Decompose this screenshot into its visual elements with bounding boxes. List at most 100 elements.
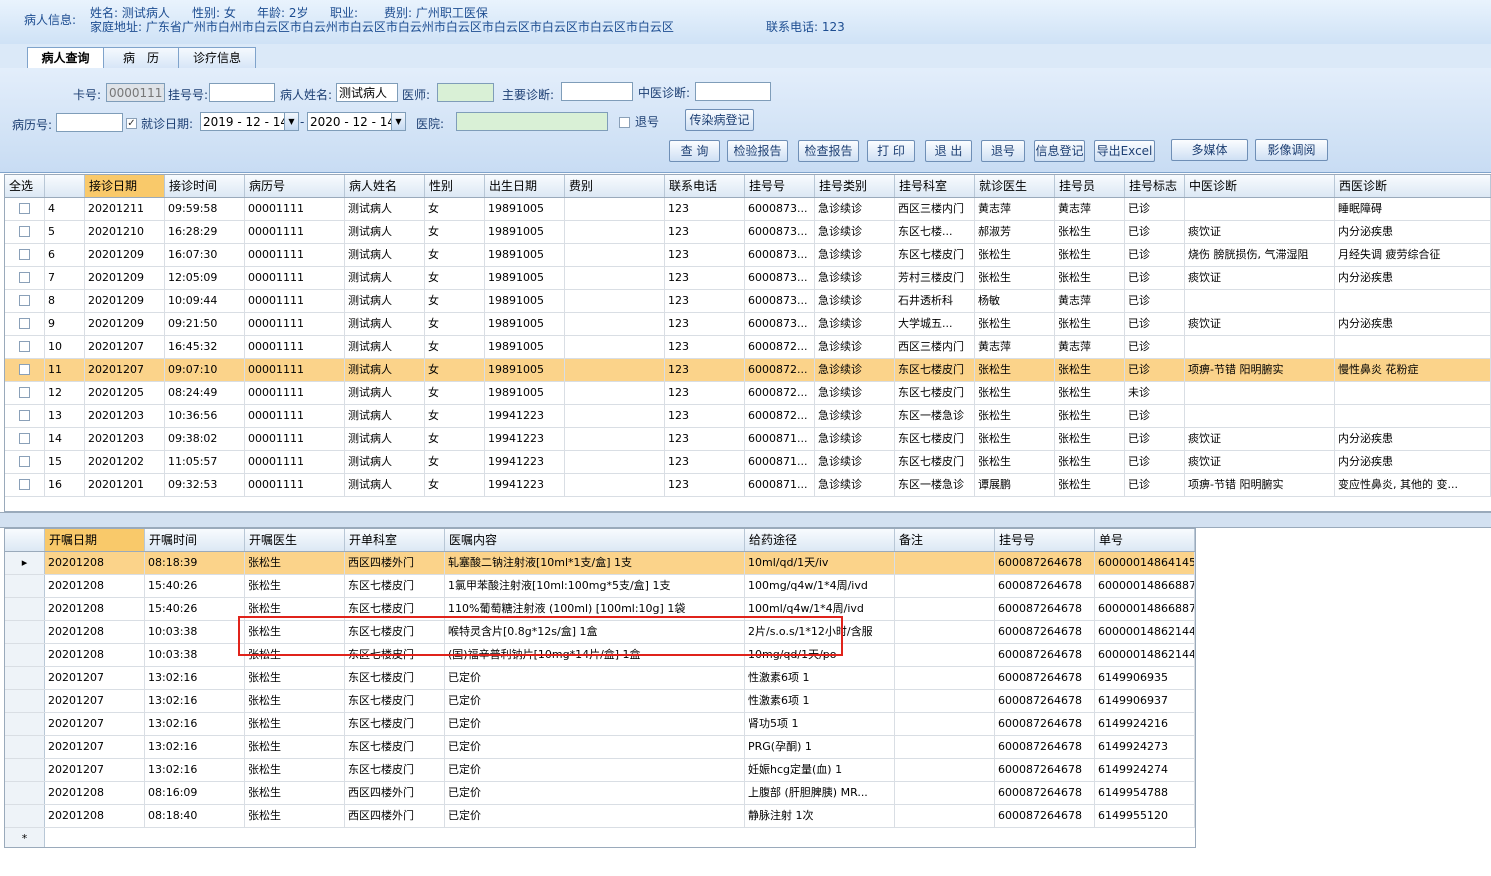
cancel-checkbox[interactable] xyxy=(619,117,630,128)
order-header-2[interactable]: 开嘱时间 xyxy=(145,529,245,551)
order-header-5[interactable]: 医嘱内容 xyxy=(445,529,745,551)
visit-header-1[interactable] xyxy=(45,175,85,197)
table-row[interactable]: 20201207 13:02:16 张松生 东区七楼皮门 已定价 性激素6项 1 60008… xyxy=(5,690,1195,713)
lab-report-button[interactable]: 检验报告 xyxy=(727,140,788,162)
visit-header-2[interactable]: 接诊日期 xyxy=(85,175,165,197)
table-row[interactable]: 7 20201209 12:05:09 00001111 测试病人女 19891005 12… xyxy=(5,267,1491,290)
table-row[interactable]: 12 20201205 08:24:49 00001111 测试病人女 19891005 1… xyxy=(5,382,1491,405)
visit-header-0[interactable]: 全选 xyxy=(5,175,45,197)
medical-record-input[interactable] xyxy=(56,113,123,132)
table-row[interactable]: 20201207 13:02:16 张松生 东区七楼皮门 已定价 肾功5项 1 600087… xyxy=(5,713,1195,736)
row-header[interactable] xyxy=(5,598,45,620)
query-button[interactable]: 查 询 xyxy=(669,140,720,162)
row-header[interactable]: ▸ xyxy=(5,552,45,574)
row-checkbox[interactable] xyxy=(19,410,30,421)
visit-header-11[interactable]: 挂号类别 xyxy=(815,175,895,197)
row-header[interactable] xyxy=(5,759,45,781)
table-row[interactable]: 9 20201209 09:21:50 00001111 测试病人女 19891005 12… xyxy=(5,313,1491,336)
order-header-9[interactable]: 单号 xyxy=(1095,529,1195,551)
row-header[interactable] xyxy=(5,644,45,666)
order-header-0[interactable] xyxy=(5,529,45,551)
table-row[interactable]: 8 20201209 10:09:44 00001111 测试病人女 19891005 12… xyxy=(5,290,1491,313)
visit-header-16[interactable]: 中医诊断 xyxy=(1185,175,1335,197)
visit-header-4[interactable]: 病历号 xyxy=(245,175,345,197)
table-row[interactable]: 6 20201209 16:07:30 00001111 测试病人女 19891005 12… xyxy=(5,244,1491,267)
tcm-diagnosis-input[interactable] xyxy=(695,82,771,101)
visit-header-9[interactable]: 联系电话 xyxy=(665,175,745,197)
chevron-down-icon[interactable]: ▼ xyxy=(391,113,405,130)
reg-no-input[interactable] xyxy=(209,83,275,102)
multimedia-button[interactable]: 多媒体 xyxy=(1171,139,1248,161)
exam-report-button[interactable]: 检查报告 xyxy=(798,140,859,162)
tab-treatment-info[interactable]: 诊疗信息 xyxy=(178,47,256,68)
order-header-3[interactable]: 开嘱医生 xyxy=(245,529,345,551)
order-header-6[interactable]: 给药途径 xyxy=(745,529,895,551)
image-review-button[interactable]: 影像调阅 xyxy=(1255,139,1328,161)
table-row[interactable]: 20201208 08:18:40 张松生 西区四楼外门 已定价 静脉注射 1次 60008… xyxy=(5,805,1195,828)
patient-name-input[interactable]: 测试病人 xyxy=(336,83,398,102)
visit-header-13[interactable]: 就诊医生 xyxy=(975,175,1055,197)
visit-header-7[interactable]: 出生日期 xyxy=(485,175,565,197)
row-checkbox[interactable] xyxy=(19,226,30,237)
card-input[interactable]: 00001111 xyxy=(106,83,165,102)
hospital-input[interactable] xyxy=(456,112,608,131)
row-header[interactable] xyxy=(5,575,45,597)
table-row[interactable]: 4 20201211 09:59:58 00001111 测试病人女 19891005 12… xyxy=(5,198,1491,221)
row-checkbox[interactable] xyxy=(19,341,30,352)
row-checkbox[interactable] xyxy=(19,318,30,329)
row-header[interactable] xyxy=(5,667,45,689)
order-header-1[interactable]: 开嘱日期 xyxy=(45,529,145,551)
table-row[interactable]: 10 20201207 16:45:32 00001111 测试病人女 19891005 1… xyxy=(5,336,1491,359)
visit-header-8[interactable]: 费别 xyxy=(565,175,665,197)
visit-header-5[interactable]: 病人姓名 xyxy=(345,175,425,197)
date-to-picker[interactable]: 2020 - 12 - 14 ▼ xyxy=(307,112,406,131)
doctor-input[interactable] xyxy=(437,83,494,102)
table-row[interactable]: 20201207 13:02:16 张松生 东区七楼皮门 已定价 PRG(孕酮) 1 600… xyxy=(5,736,1195,759)
row-checkbox[interactable] xyxy=(19,295,30,306)
table-row[interactable]: 20201208 15:40:26 张松生 东区七楼皮门 1氯甲苯酸注射液[10ml:1… xyxy=(5,575,1195,598)
tab-medical-record[interactable]: 病 历 xyxy=(103,47,179,68)
table-row[interactable]: 5 20201210 16:28:29 00001111 测试病人女 19891005 12… xyxy=(5,221,1491,244)
row-header[interactable] xyxy=(5,690,45,712)
info-register-button[interactable]: 信息登记 xyxy=(1034,140,1085,162)
visit-header-14[interactable]: 挂号员 xyxy=(1055,175,1125,197)
main-diagnosis-input[interactable] xyxy=(561,82,633,101)
export-excel-button[interactable]: 导出Excel xyxy=(1094,140,1155,162)
row-header[interactable] xyxy=(5,805,45,827)
row-checkbox[interactable] xyxy=(19,433,30,444)
row-checkbox[interactable] xyxy=(19,272,30,283)
table-row[interactable]: 20201207 13:02:16 张松生 东区七楼皮门 已定价 妊娠hcg定量(血) 1… xyxy=(5,759,1195,782)
table-row[interactable]: 15 20201202 11:05:57 00001111 测试病人女 19941223 1… xyxy=(5,451,1491,474)
new-row[interactable]: * xyxy=(5,828,1195,847)
order-header-4[interactable]: 开单科室 xyxy=(345,529,445,551)
row-checkbox[interactable] xyxy=(19,364,30,375)
tab-patient-query[interactable]: 病人查询 xyxy=(27,47,104,69)
row-checkbox[interactable] xyxy=(19,249,30,260)
visit-header-6[interactable]: 性别 xyxy=(425,175,485,197)
visit-header-12[interactable]: 挂号科室 xyxy=(895,175,975,197)
order-header-8[interactable]: 挂号号 xyxy=(995,529,1095,551)
row-checkbox[interactable] xyxy=(19,387,30,398)
visit-header-17[interactable]: 西医诊断 xyxy=(1335,175,1491,197)
table-row[interactable]: 14 20201203 09:38:02 00001111 测试病人女 19941223 1… xyxy=(5,428,1491,451)
visit-date-checkbox[interactable]: ✓ xyxy=(126,118,137,129)
chevron-down-icon[interactable]: ▼ xyxy=(284,113,298,130)
table-row[interactable]: 16 20201201 09:32:53 00001111 测试病人女 19941223 1… xyxy=(5,474,1491,497)
row-header[interactable] xyxy=(5,782,45,804)
table-row[interactable]: ▸ 20201208 08:18:39 张松生 西区四楼外门 轧塞酸二钠注射液[10ml*… xyxy=(5,552,1195,575)
visit-header-10[interactable]: 挂号号 xyxy=(745,175,815,197)
row-header[interactable] xyxy=(5,713,45,735)
print-button[interactable]: 打 印 xyxy=(867,140,915,162)
row-checkbox[interactable] xyxy=(19,203,30,214)
table-row[interactable]: 11 20201207 09:07:10 00001111 测试病人女 19891005 1… xyxy=(5,359,1491,382)
order-header-7[interactable]: 备注 xyxy=(895,529,995,551)
exit-button[interactable]: 退 出 xyxy=(925,140,972,162)
row-header[interactable] xyxy=(5,736,45,758)
visit-header-15[interactable]: 挂号标志 xyxy=(1125,175,1185,197)
splitter-handle[interactable] xyxy=(0,512,1491,528)
infectious-register-button[interactable]: 传染病登记 xyxy=(685,109,754,131)
table-row[interactable]: 20201208 08:16:09 张松生 西区四楼外门 已定价 上腹部 (肝胆脾胰) M… xyxy=(5,782,1195,805)
cancel-registration-button[interactable]: 退号 xyxy=(981,140,1025,162)
row-header[interactable] xyxy=(5,621,45,643)
row-checkbox[interactable] xyxy=(19,479,30,490)
